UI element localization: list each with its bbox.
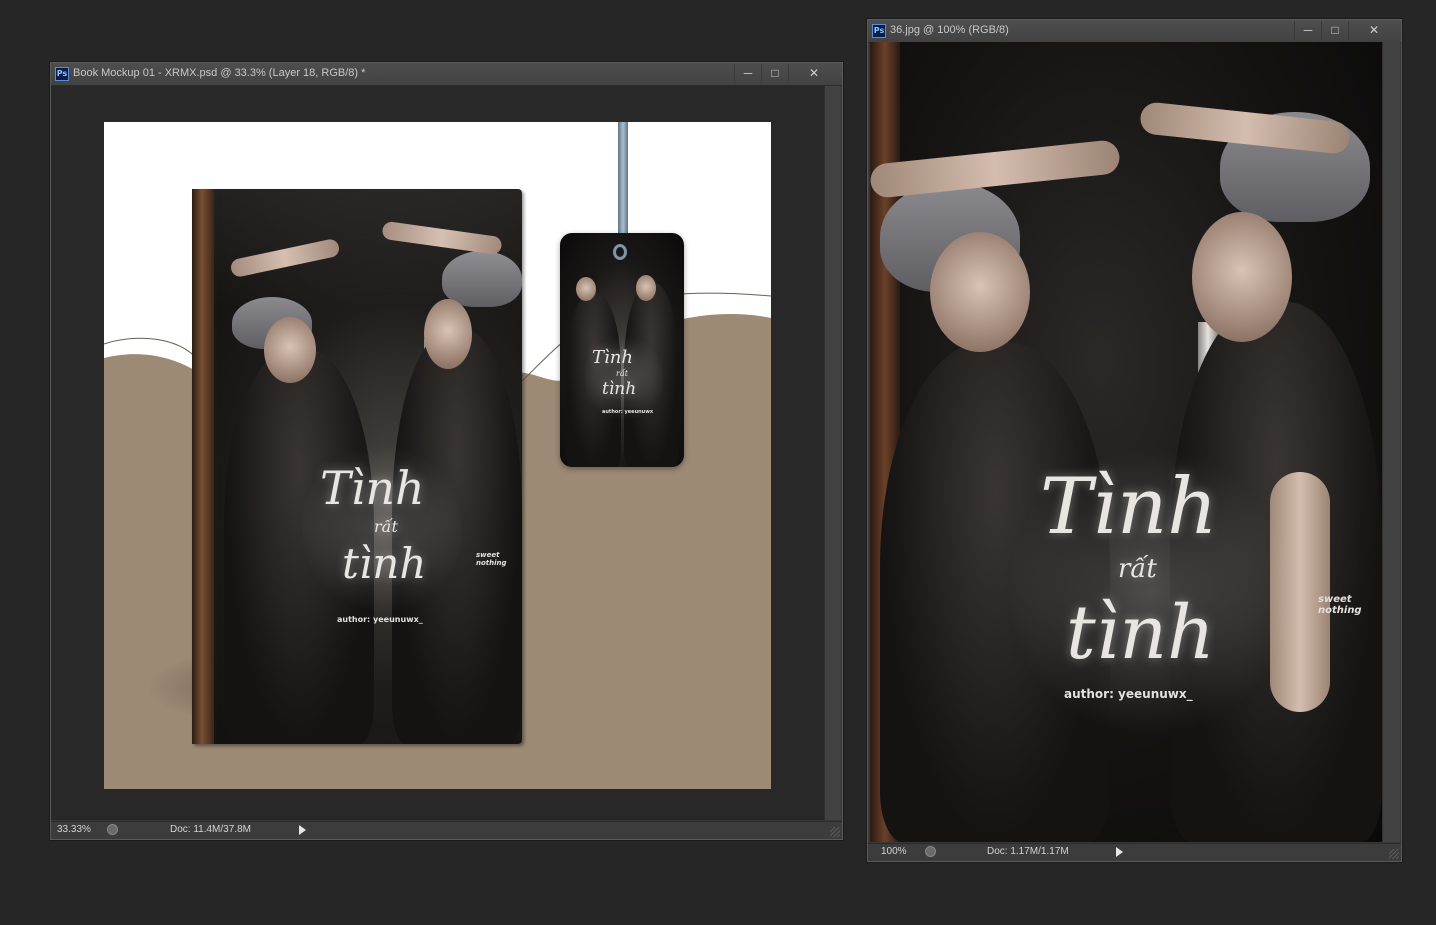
window-titlebar[interactable]: Ps Book Mockup 01 - XRMX.psd @ 33.3% (La… [51,63,842,86]
bookmark-author: author: yeeunuwx [602,409,654,415]
image-title-line3: tình [1066,590,1215,676]
cover-sweet-text: sweet nothing [476,551,507,567]
image-title-line1: Tình [1040,462,1218,552]
minimize-button[interactable]: ─ [734,64,761,83]
document-canvas[interactable]: Tình rất tình author: yeeunuwx_ sweet no… [870,42,1382,842]
minimize-button[interactable]: ─ [1294,21,1321,40]
image-author: author: yeeunuwx_ [1064,687,1193,701]
window-title: Book Mockup 01 - XRMX.psd @ 33.3% (Layer… [73,67,366,79]
bookmark-face-left [576,277,596,301]
bookmark-title-line3: tình [602,379,637,399]
photoshop-icon: Ps [872,24,886,38]
cover-title-line1: Tình [320,461,425,515]
status-info-icon[interactable] [925,846,936,857]
bookmark-title-line1: Tình [592,347,633,368]
status-info-icon[interactable] [107,824,118,835]
document-window-36-jpg[interactable]: Ps 36.jpg @ 100% (RGB/8) ─ □ ✕ Tình rất … [867,19,1402,862]
document-canvas[interactable]: Tình rất tình author: yeeunuwx_ sweet no… [104,122,771,789]
maximize-button[interactable]: □ [1321,21,1348,40]
cover-face-right [424,299,472,369]
book-mockup: Tình rất tình author: yeeunuwx_ sweet no… [192,189,522,744]
doc-size: Doc: 11.4M/37.8M [170,824,251,835]
bookmark-string-loop [613,244,627,260]
vertical-scrollbar[interactable] [1382,42,1400,842]
maximize-icon: □ [1331,23,1339,37]
bookmark-face-right [636,275,656,301]
resize-grip-icon[interactable] [830,827,840,837]
canvas-area[interactable]: Tình rất tình author: yeeunuwx_ sweet no… [51,86,824,820]
status-bar: 100% Doc: 1.17M/1.17M [868,843,1401,861]
zoom-level[interactable]: 100% [881,846,907,857]
vertical-scrollbar[interactable] [824,86,841,820]
window-titlebar[interactable]: Ps 36.jpg @ 100% (RGB/8) ─ □ ✕ [868,20,1401,43]
image-face-right [1192,212,1292,342]
close-icon: ✕ [808,66,820,80]
window-title: 36.jpg @ 100% (RGB/8) [890,24,1009,36]
cover-face-left [264,317,316,383]
document-window-book-mockup[interactable]: Ps Book Mockup 01 - XRMX.psd @ 33.3% (La… [50,62,843,840]
maximize-icon: □ [771,66,779,80]
cover-title-line2: rất [374,517,398,536]
status-bar: 33.33% Doc: 11.4M/37.8M [51,821,842,839]
zoom-level[interactable]: 33.33% [57,824,91,835]
image-face-left [930,232,1030,352]
cover-author: author: yeeunuwx_ [337,615,423,624]
image-arm-left [870,139,1122,199]
close-button[interactable]: ✕ [1348,21,1399,40]
book-spine [192,189,214,744]
doc-size: Doc: 1.17M/1.17M [987,846,1069,857]
maximize-button[interactable]: □ [761,64,788,83]
bookmark-mockup: Tình rất tình author: yeeunuwx [560,233,684,467]
image-sweet-text: sweet nothing [1318,594,1362,616]
cover-title-line3: tình [342,539,427,588]
bookmark-title-line2: rất [616,369,628,378]
photoshop-icon: Ps [55,67,69,81]
close-icon: ✕ [1368,23,1380,37]
close-button[interactable]: ✕ [788,64,839,83]
status-menu-arrow-icon[interactable] [1116,847,1123,857]
image-title-line2: rất [1118,554,1157,584]
resize-grip-icon[interactable] [1389,849,1399,859]
status-menu-arrow-icon[interactable] [299,825,306,835]
minimize-icon: ─ [1303,23,1313,37]
minimize-icon: ─ [743,66,753,80]
book-gloss [214,189,522,309]
